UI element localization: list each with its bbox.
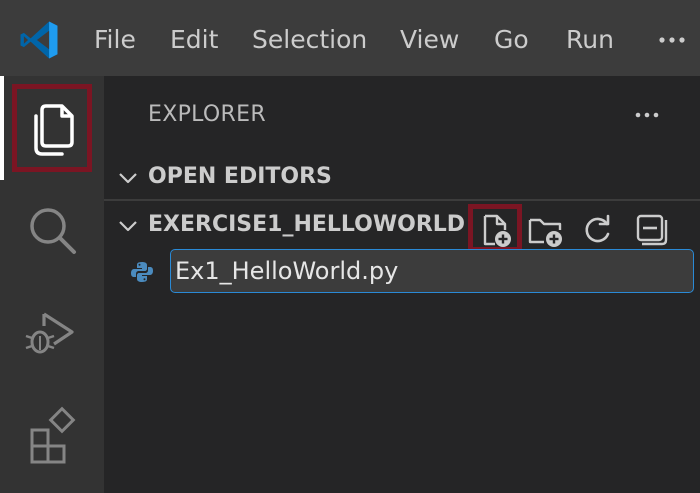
menu-edit[interactable]: Edit — [170, 22, 218, 58]
activity-bar — [0, 76, 104, 493]
active-indicator — [0, 76, 4, 180]
new-folder-button[interactable] — [526, 210, 566, 250]
new-file-icon — [483, 214, 511, 247]
menu-run[interactable]: Run — [566, 22, 614, 58]
new-file-button[interactable] — [475, 210, 515, 250]
search-icon — [30, 208, 76, 254]
explorer-sidebar: EXPLORER OPEN EDITORS EXERCISE1_HELLOWOR… — [104, 76, 700, 493]
activity-explorer[interactable] — [10, 86, 94, 170]
collapse-all-icon — [636, 214, 668, 246]
title-bar: File Edit Selection View Go Run — [0, 0, 700, 76]
activity-run-debug[interactable] — [10, 290, 94, 374]
section-open-editors-label: OPEN EDITORS — [148, 164, 332, 189]
menu-file[interactable]: File — [94, 22, 136, 58]
menu-selection[interactable]: Selection — [252, 22, 367, 58]
refresh-button[interactable] — [577, 210, 617, 250]
explorer-title: EXPLORER — [148, 102, 266, 127]
explorer-more-icon[interactable] — [632, 102, 662, 128]
section-open-editors[interactable]: OPEN EDITORS — [104, 156, 700, 200]
python-icon — [131, 262, 153, 282]
new-folder-icon — [528, 218, 562, 247]
new-file-row — [104, 248, 700, 296]
chevron-down-icon — [119, 221, 137, 232]
new-file-name-input[interactable] — [170, 249, 694, 293]
chevron-down-icon — [119, 173, 137, 184]
menu-go[interactable]: Go — [494, 22, 529, 58]
section-divider — [104, 199, 700, 201]
activity-search[interactable] — [10, 188, 94, 272]
menu-view[interactable]: View — [400, 22, 459, 58]
explorer-icon — [34, 104, 74, 156]
run-debug-icon — [25, 312, 74, 354]
collapse-all-button[interactable] — [630, 210, 670, 250]
refresh-icon — [585, 214, 610, 243]
more-menu-icon[interactable] — [654, 22, 690, 58]
activity-extensions[interactable] — [10, 392, 94, 476]
vscode-logo-icon — [20, 21, 58, 59]
extensions-icon — [30, 406, 76, 464]
section-workspace-folder-label: EXERCISE1_HELLOWORLD — [148, 212, 466, 237]
